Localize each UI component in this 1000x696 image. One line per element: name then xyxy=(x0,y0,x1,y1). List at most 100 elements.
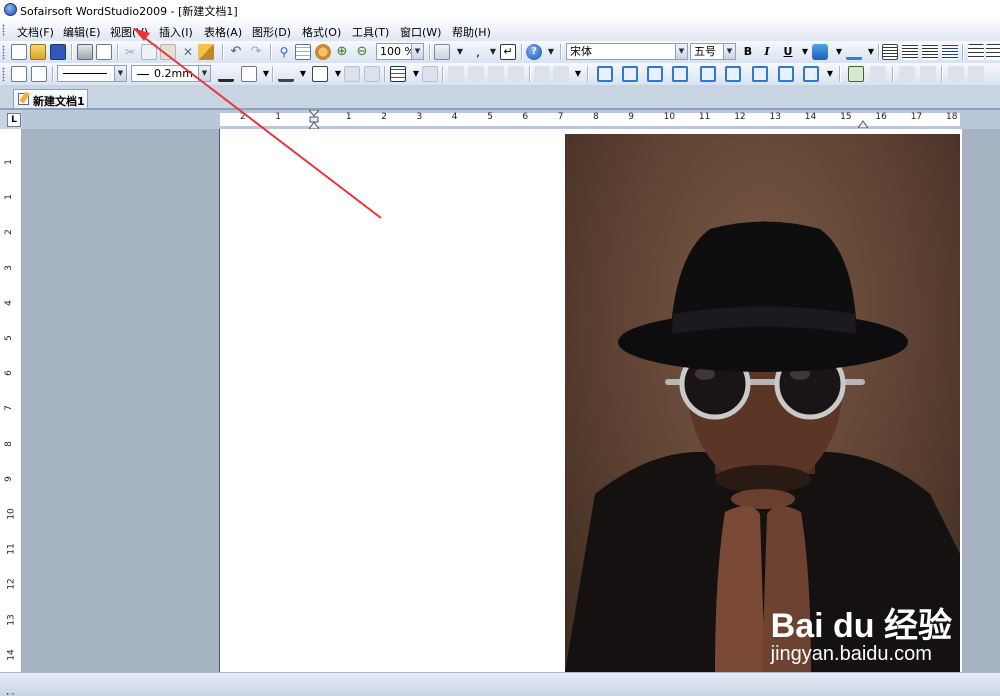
object-properties-icon[interactable] xyxy=(31,66,47,82)
menu-graphics[interactable]: 图形(D) xyxy=(252,24,291,40)
menu-insert[interactable]: 插入(I) xyxy=(159,24,193,40)
chevron-down-icon[interactable]: ▼ xyxy=(295,66,311,82)
bold-button[interactable]: B xyxy=(740,44,756,60)
open-folder-icon[interactable] xyxy=(30,44,46,60)
chevron-down-icon[interactable]: ▼ xyxy=(723,44,735,59)
chevron-down-icon[interactable]: ▼ xyxy=(797,44,813,60)
menu-table[interactable]: 表格(A) xyxy=(204,24,242,40)
chevron-down-icon[interactable]: ▼ xyxy=(570,66,586,82)
numbered-list-icon[interactable] xyxy=(986,44,1000,60)
chevron-down-icon[interactable]: ▼ xyxy=(485,44,501,60)
underline-button[interactable]: U xyxy=(780,44,796,60)
shadow-icon[interactable] xyxy=(312,66,328,82)
rotate-left-icon[interactable] xyxy=(899,66,915,82)
delete-icon[interactable]: ✕ xyxy=(180,44,196,60)
font-size-select[interactable]: 五号 ▼ xyxy=(690,43,736,60)
flip-vertical-icon[interactable] xyxy=(968,66,984,82)
zoom-in-icon[interactable]: ⊕ xyxy=(334,44,350,60)
menu-help[interactable]: 帮助(H) xyxy=(452,24,491,40)
tab-new-document[interactable]: 新建文档1 xyxy=(13,89,88,108)
cut-icon[interactable]: ✂ xyxy=(122,44,138,60)
align-center-icon[interactable] xyxy=(902,44,918,60)
fill-color-icon[interactable] xyxy=(278,66,294,82)
paste-icon[interactable] xyxy=(160,44,176,60)
chevron-down-icon[interactable]: ▼ xyxy=(411,44,423,59)
chevron-down-icon[interactable]: ▼ xyxy=(863,44,879,60)
print-preview-icon[interactable] xyxy=(96,44,112,60)
align-middle-icon[interactable] xyxy=(468,66,484,82)
punctuation-icon[interactable]: , xyxy=(470,44,486,60)
border-icon[interactable] xyxy=(241,66,257,82)
line-width-select[interactable]: 0.2mm ▼ xyxy=(131,65,211,82)
menu-grip-icon[interactable] xyxy=(2,24,5,37)
menu-edit[interactable]: 编辑(E) xyxy=(63,24,101,40)
pen-color-icon[interactable] xyxy=(218,66,234,82)
redo-icon[interactable]: ↷ xyxy=(248,44,264,60)
chevron-down-icon[interactable]: ▼ xyxy=(831,44,847,60)
shape-curve-icon[interactable] xyxy=(752,66,768,82)
toolbar-grip-icon[interactable] xyxy=(2,67,5,81)
shape-textbox-icon[interactable] xyxy=(778,66,794,82)
chevron-down-icon[interactable]: ▼ xyxy=(198,66,210,81)
menu-window[interactable]: 窗口(W) xyxy=(400,24,441,40)
chevron-down-icon[interactable]: ▼ xyxy=(452,44,468,60)
align-top-icon[interactable] xyxy=(448,66,464,82)
format-painter-icon[interactable] xyxy=(198,44,214,60)
insert-picture-icon[interactable] xyxy=(848,66,864,82)
shape-callout-icon[interactable] xyxy=(647,66,663,82)
bullet-list-icon[interactable] xyxy=(968,44,984,60)
toolbar-grip-icon[interactable] xyxy=(2,45,5,59)
font-name-select[interactable]: 宋体 ▼ xyxy=(566,43,688,60)
chevron-down-icon[interactable]: ▼ xyxy=(543,44,559,60)
shape-more-icon[interactable] xyxy=(803,66,819,82)
font-color-icon[interactable] xyxy=(846,44,862,60)
send-backward-icon[interactable] xyxy=(364,66,380,82)
zoom-out-icon[interactable]: ⊖ xyxy=(354,44,370,60)
vertical-ruler[interactable]: 1123456789101112131415 xyxy=(0,129,22,696)
chevron-down-icon[interactable]: ▼ xyxy=(822,66,838,82)
document-page[interactable]: Bai du 经验 jingyan.baidu.com xyxy=(219,129,962,672)
menu-file[interactable]: 文档(F) xyxy=(17,24,54,40)
horizontal-ruler[interactable]: 2 1 1 2 3 4 5 6 7 8 9 10 11 12 13 14 15 16 17 18 xyxy=(22,109,1000,130)
highlight-icon[interactable] xyxy=(812,44,828,60)
align-bottom-icon[interactable] xyxy=(488,66,504,82)
zoom-select[interactable]: 100 % ▼ xyxy=(376,43,424,60)
grid-icon[interactable] xyxy=(295,44,311,60)
save-icon[interactable] xyxy=(50,44,66,60)
shape-star-icon[interactable] xyxy=(700,66,716,82)
hand-tool-icon[interactable] xyxy=(315,44,331,60)
menu-format[interactable]: 格式(O) xyxy=(302,24,341,40)
chevron-down-icon[interactable]: ▼ xyxy=(675,44,687,59)
flip-horizontal-icon[interactable] xyxy=(948,66,964,82)
pilcrow-icon[interactable]: ↵ xyxy=(500,44,516,60)
shape-line-icon[interactable] xyxy=(725,66,741,82)
tab-stop-selector[interactable]: L xyxy=(7,113,21,127)
insert-chart-icon[interactable] xyxy=(434,44,450,60)
italic-button[interactable]: I xyxy=(759,44,775,60)
distribute-icon[interactable] xyxy=(508,66,524,82)
chevron-down-icon[interactable]: ▼ xyxy=(114,66,126,81)
shape-rectangle-icon[interactable] xyxy=(597,66,613,82)
table-border-icon[interactable] xyxy=(422,66,438,82)
print-icon[interactable] xyxy=(77,44,93,60)
right-indent-marker-icon[interactable] xyxy=(857,118,869,129)
align-right-icon[interactable] xyxy=(922,44,938,60)
help-icon[interactable]: ? xyxy=(526,44,542,60)
shape-arrow-icon[interactable] xyxy=(672,66,688,82)
justify-icon[interactable] xyxy=(942,44,958,60)
split-cells-icon[interactable] xyxy=(553,66,569,82)
copy-icon[interactable] xyxy=(141,44,157,60)
shape-triangle-icon[interactable] xyxy=(622,66,638,82)
edit-object-icon[interactable] xyxy=(11,66,27,82)
align-left-icon[interactable] xyxy=(882,44,898,60)
group-icon[interactable] xyxy=(870,66,886,82)
indent-marker-icon[interactable] xyxy=(307,109,321,130)
menu-view[interactable]: 视图(V) xyxy=(110,24,148,40)
merge-cells-icon[interactable] xyxy=(534,66,550,82)
hyperlink-icon[interactable]: ⚲ xyxy=(276,44,292,60)
insert-table-icon[interactable] xyxy=(390,66,406,82)
undo-icon[interactable]: ↶ xyxy=(228,44,244,60)
menu-tools[interactable]: 工具(T) xyxy=(352,24,389,40)
inserted-photo[interactable]: Bai du 经验 jingyan.baidu.com xyxy=(565,134,960,672)
bring-forward-icon[interactable] xyxy=(344,66,360,82)
